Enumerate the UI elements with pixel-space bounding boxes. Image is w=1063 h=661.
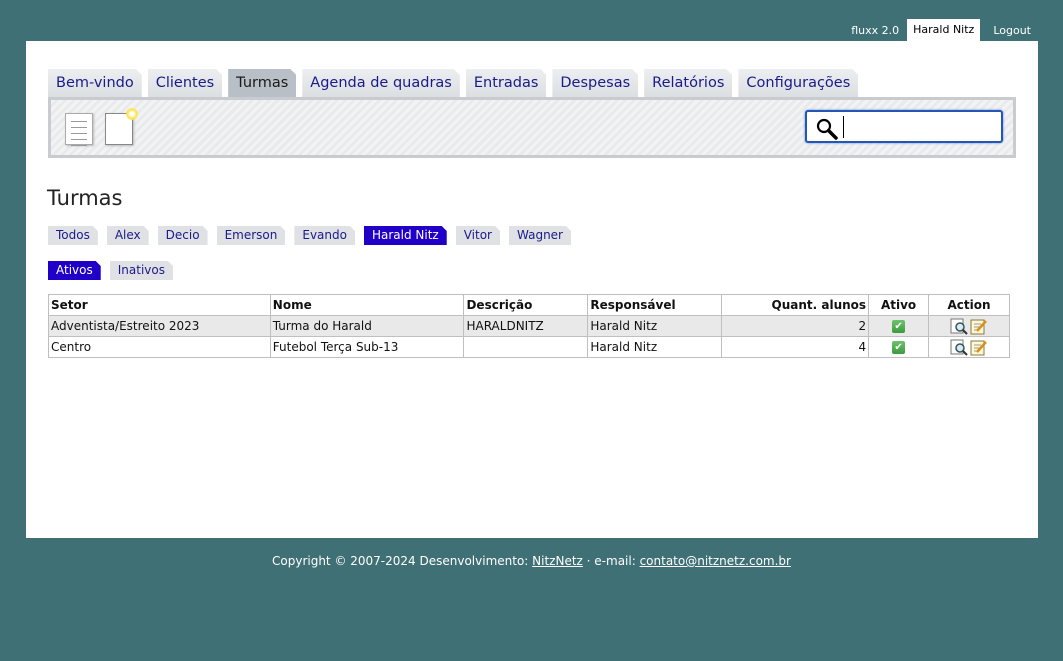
search-icon (816, 118, 838, 140)
cell-setor: Adventista/Estreito 2023 (48, 315, 271, 337)
tab-relatorios[interactable]: Relatórios (644, 69, 732, 97)
cell-action (928, 336, 1010, 358)
current-user[interactable]: Harald Nitz (907, 19, 981, 41)
table-header: Setor Nome Descrição Responsável Quant. alun… (48, 294, 1010, 316)
column-header-responsavel: Responsável (587, 294, 723, 316)
view-icon[interactable] (950, 339, 968, 356)
cell-quant: 2 (721, 315, 870, 337)
cell-ativo: ✔ (868, 315, 930, 337)
main-tabs: Bem-vindo Clientes Turmas Agenda de quadras… (48, 69, 858, 97)
cell-responsavel: Harald Nitz (587, 336, 723, 358)
app-version: fluxx 2.0 (851, 23, 900, 37)
cell-descricao (463, 336, 589, 358)
edit-icon[interactable] (970, 318, 988, 335)
cell-quant: 4 (721, 336, 870, 358)
toolbar (48, 97, 1016, 158)
tab-entradas[interactable]: Entradas (466, 69, 547, 97)
column-header-descricao: Descrição (463, 294, 589, 316)
column-header-setor: Setor (48, 294, 271, 316)
company-link[interactable]: NitzNetz (532, 554, 583, 568)
classes-table: Setor Nome Descrição Responsável Quant. alun… (48, 294, 1010, 358)
main-content: Bem-vindo Clientes Turmas Agenda de quadras… (26, 41, 1038, 538)
status-filter: Ativos Inativos (48, 261, 173, 280)
table-row[interactable]: Centro Futebol Terça Sub-13 Harald Nitz 4 ✔ (48, 336, 1010, 358)
search-input[interactable] (843, 116, 993, 138)
tab-turmas[interactable]: Turmas (228, 69, 296, 97)
cell-nome: Turma do Harald (269, 315, 465, 337)
tab-agenda-de-quadras[interactable]: Agenda de quadras (302, 69, 460, 97)
cell-nome: Futebol Terça Sub-13 (269, 336, 465, 358)
cell-responsavel: Harald Nitz (587, 315, 723, 337)
cell-descricao: HARALDNITZ (463, 315, 589, 337)
cell-action (928, 315, 1010, 337)
active-check-icon: ✔ (892, 320, 906, 333)
column-header-action: Action (928, 294, 1010, 316)
column-header-nome: Nome (269, 294, 465, 316)
active-check-icon: ✔ (892, 341, 906, 354)
search-box[interactable] (805, 110, 1003, 143)
footer-separator: · e-mail: (582, 554, 640, 568)
cell-ativo: ✔ (868, 336, 930, 358)
logout-link[interactable]: Logout (980, 24, 1038, 37)
edit-icon[interactable] (970, 339, 988, 356)
tab-clientes[interactable]: Clientes (148, 69, 222, 97)
table-row[interactable]: Adventista/Estreito 2023 Turma do Harald H… (48, 315, 1010, 337)
status-inativos[interactable]: Inativos (110, 261, 173, 280)
top-bar: fluxx 2.0 Harald Nitz Logout (843, 19, 1038, 41)
sparkle-icon (126, 108, 138, 120)
tab-despesas[interactable]: Despesas (552, 69, 638, 97)
column-header-ativo: Ativo (868, 294, 930, 316)
email-link[interactable]: contato@nitznetz.com.br (640, 554, 791, 568)
filter-vitor[interactable]: Vitor (456, 226, 500, 245)
filter-alex[interactable]: Alex (107, 226, 149, 245)
copyright-text: Copyright © 2007-2024 Desenvolvimento: (272, 554, 533, 568)
filter-decio[interactable]: Decio (158, 226, 208, 245)
column-header-quant-alunos: Quant. alunos (721, 294, 870, 316)
list-view-icon[interactable] (65, 113, 93, 146)
responsible-filter: Todos Alex Decio Emerson Evando Harald Nitz Vi… (48, 226, 571, 245)
filter-emerson[interactable]: Emerson (217, 226, 286, 245)
tab-bem-vindo[interactable]: Bem-vindo (48, 69, 142, 97)
filter-harald-nitz[interactable]: Harald Nitz (364, 226, 447, 245)
status-ativos[interactable]: Ativos (48, 261, 101, 280)
footer: Copyright © 2007-2024 Desenvolvimento: N… (0, 554, 1063, 568)
new-item-icon[interactable] (105, 108, 138, 145)
page-title: Turmas (47, 186, 123, 210)
filter-todos[interactable]: Todos (48, 226, 98, 245)
cell-setor: Centro (48, 336, 271, 358)
filter-evando[interactable]: Evando (294, 226, 355, 245)
filter-wagner[interactable]: Wagner (509, 226, 571, 245)
view-icon[interactable] (950, 318, 968, 335)
tab-configuracoes[interactable]: Configurações (738, 69, 858, 97)
